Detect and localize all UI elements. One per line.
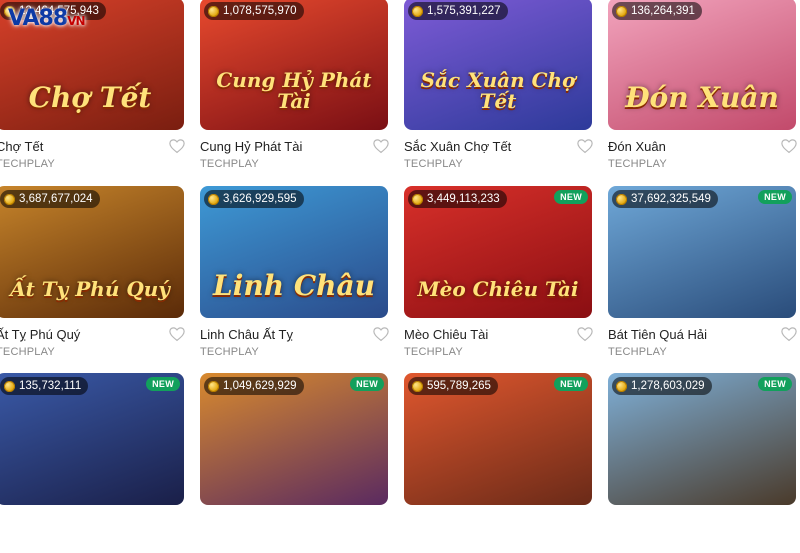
jackpot-amount: 595,789,265 [427, 380, 491, 392]
jackpot-amount: 1,049,629,929 [223, 380, 297, 392]
coin-icon [208, 193, 219, 205]
jackpot-amount: 3,626,929,595 [223, 193, 297, 205]
favorite-heart-icon[interactable] [780, 137, 798, 155]
coin-icon [4, 193, 15, 205]
game-provider: TECHPLAY [0, 158, 55, 170]
game-thumbnail[interactable]: Mèo Chiêu Tài 3,449,113,233 NEW [404, 186, 592, 318]
jackpot-amount: 37,692,325,549 [631, 193, 711, 205]
jackpot-badge: 1,078,575,970 [204, 2, 304, 20]
game-provider: TECHPLAY [200, 346, 259, 358]
game-thumbnail[interactable]: Đón Xuân 136,264,391 [608, 0, 796, 130]
game-card[interactable]: Sắc Xuân Chợ Tết 1,575,391,227 Sắc Xuân Ch… [404, 0, 594, 178]
site-logo-suffix: VN [67, 14, 85, 28]
favorite-heart-icon[interactable] [168, 137, 186, 155]
new-badge: NEW [146, 377, 180, 391]
game-card[interactable]: Ất Tỵ Phú Quý 3,687,677,024 Ất Tỵ Phú Quý T… [0, 186, 186, 366]
jackpot-badge: 3,626,929,595 [204, 190, 304, 208]
game-card[interactable]: 37,692,325,549 NEW Bát Tiên Quá Hải TECHPLA… [608, 186, 798, 366]
favorite-heart-icon[interactable] [168, 325, 186, 343]
game-provider: TECHPLAY [404, 346, 463, 358]
favorite-heart-icon[interactable] [576, 137, 594, 155]
jackpot-badge: 136,264,391 [612, 2, 702, 20]
game-card[interactable]: 1,278,603,029 NEW [608, 373, 796, 553]
game-thumbnail[interactable]: Sắc Xuân Chợ Tết 1,575,391,227 [404, 0, 592, 130]
game-card[interactable]: 595,789,265 NEW [404, 373, 592, 553]
game-grid: Chợ Tết 12,464,575,943 Chợ Tết TECHPLAY Cung… [0, 0, 800, 505]
favorite-heart-icon[interactable] [372, 325, 390, 343]
jackpot-amount: 3,687,677,024 [19, 193, 93, 205]
jackpot-badge: 1,575,391,227 [408, 2, 508, 20]
jackpot-amount: 1,078,575,970 [223, 5, 297, 17]
game-name[interactable]: Linh Châu Ất Tỵ [200, 327, 365, 342]
game-art-title: Mèo Chiêu Tài [417, 277, 579, 301]
game-provider: TECHPLAY [0, 346, 55, 358]
jackpot-badge: 37,692,325,549 [612, 190, 718, 208]
game-name[interactable]: Đón Xuân [608, 139, 773, 154]
site-logo: VA88VN [8, 6, 86, 31]
game-provider: TECHPLAY [608, 158, 667, 170]
favorite-heart-icon[interactable] [780, 325, 798, 343]
new-badge: NEW [554, 377, 588, 391]
jackpot-amount: 136,264,391 [631, 5, 695, 17]
game-name[interactable]: Ất Tỵ Phú Quý [0, 327, 161, 342]
site-logo-text: VA88 [8, 6, 68, 31]
game-name[interactable]: Chợ Tết [0, 139, 161, 154]
jackpot-amount: 1,278,603,029 [631, 380, 705, 392]
game-card[interactable]: Mèo Chiêu Tài 3,449,113,233 NEW Mèo Chiêu T… [404, 186, 594, 366]
jackpot-badge: 3,687,677,024 [0, 190, 100, 208]
jackpot-amount: 3,449,113,233 [427, 193, 500, 205]
game-provider: TECHPLAY [200, 158, 259, 170]
jackpot-badge: 1,278,603,029 [612, 377, 712, 395]
game-name[interactable]: Mèo Chiêu Tài [404, 327, 569, 342]
game-name[interactable]: Cung Hỷ Phát Tài [200, 139, 365, 154]
game-thumbnail[interactable]: 595,789,265 NEW [404, 373, 592, 505]
game-art-title: Cung Hỷ Phát Tài [216, 68, 372, 113]
jackpot-amount: 135,732,111 [19, 380, 82, 392]
game-provider: TECHPLAY [404, 158, 463, 170]
jackpot-badge: 135,732,111 [0, 377, 89, 395]
game-name[interactable]: Sắc Xuân Chợ Tết [404, 139, 569, 154]
game-art-title: Ất Tỵ Phú Quý [10, 277, 170, 301]
coin-icon [412, 5, 423, 17]
jackpot-badge: 1,049,629,929 [204, 377, 304, 395]
game-thumbnail[interactable]: Cung Hỷ Phát Tài 1,078,575,970 [200, 0, 388, 130]
coin-icon [208, 5, 219, 17]
game-thumbnail[interactable]: Linh Châu 3,626,929,595 [200, 186, 388, 318]
jackpot-badge: 3,449,113,233 [408, 190, 507, 208]
game-art-title: Chợ Tết [28, 80, 152, 114]
game-thumbnail[interactable]: 37,692,325,549 NEW [608, 186, 796, 318]
coin-icon [412, 193, 423, 205]
game-art-title: Linh Châu [213, 268, 375, 302]
game-name[interactable]: Bát Tiên Quá Hải [608, 327, 773, 342]
new-badge: NEW [554, 190, 588, 204]
favorite-heart-icon[interactable] [576, 325, 594, 343]
game-card[interactable]: Cung Hỷ Phát Tài 1,078,575,970 Cung Hỷ Phá… [200, 0, 390, 178]
game-provider: TECHPLAY [608, 346, 667, 358]
game-card[interactable]: Đón Xuân 136,264,391 Đón Xuân TECHPLAY [608, 0, 798, 178]
coin-icon [616, 380, 627, 392]
jackpot-amount: 1,575,391,227 [427, 5, 501, 17]
game-card[interactable]: Linh Châu 3,626,929,595 Linh Châu Ất Tỵ TEC… [200, 186, 390, 366]
coin-icon [208, 380, 219, 392]
coin-icon [616, 5, 627, 17]
coin-icon [616, 193, 627, 205]
coin-icon [412, 380, 423, 392]
game-card[interactable]: 1,049,629,929 NEW [200, 373, 388, 553]
game-thumbnail[interactable]: Ất Tỵ Phú Quý 3,687,677,024 [0, 186, 184, 318]
game-thumbnail[interactable]: 1,278,603,029 NEW [608, 373, 796, 505]
game-card[interactable]: 135,732,111 NEW [0, 373, 184, 553]
new-badge: NEW [350, 377, 384, 391]
new-badge: NEW [758, 377, 792, 391]
jackpot-badge: 595,789,265 [408, 377, 498, 395]
game-thumbnail[interactable]: 1,049,629,929 NEW [200, 373, 388, 505]
game-thumbnail[interactable]: 135,732,111 NEW [0, 373, 184, 505]
new-badge: NEW [758, 190, 792, 204]
game-art-title: Sắc Xuân Chợ Tết [420, 68, 576, 113]
game-art-title: Đón Xuân [625, 80, 779, 114]
coin-icon [4, 380, 15, 392]
favorite-heart-icon[interactable] [372, 137, 390, 155]
